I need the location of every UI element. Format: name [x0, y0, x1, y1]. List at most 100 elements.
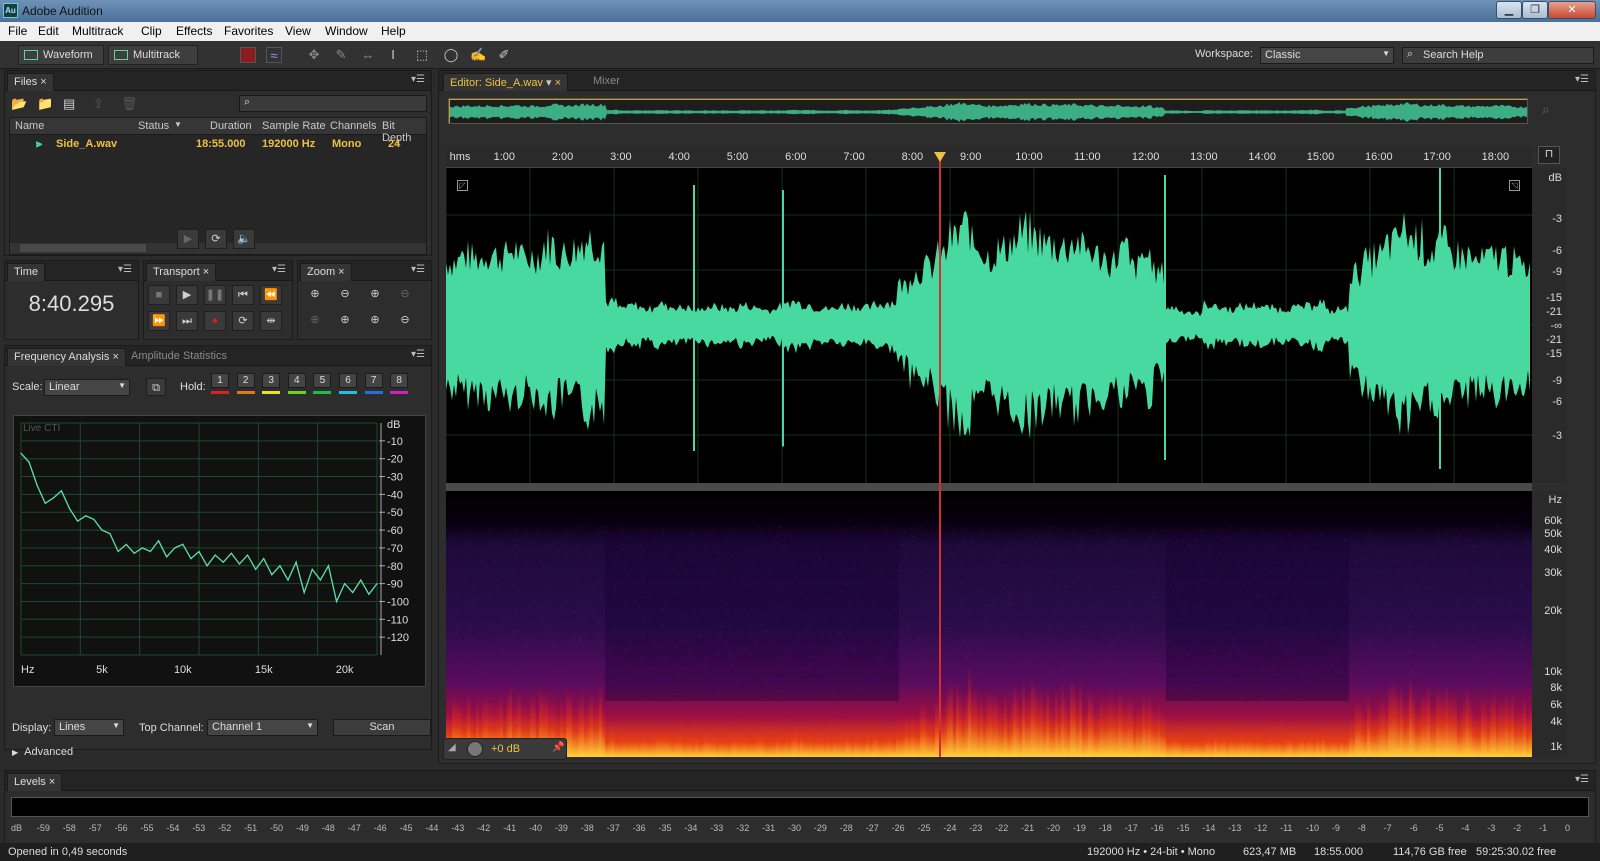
skip-silence-icon[interactable]: ⇹	[260, 311, 282, 331]
tab-files[interactable]: Files ×	[7, 73, 54, 91]
hold-button-1[interactable]: 1	[211, 373, 229, 388]
files-search-input[interactable]: ⌕	[239, 95, 427, 112]
autoplay-icon[interactable]: 🔈	[233, 229, 255, 249]
rewind-icon[interactable]: ⏪	[260, 285, 282, 305]
fade-out-handle-icon[interactable]: ◹	[1509, 180, 1520, 191]
table-row[interactable]: ⫸ Side_A.wav 18:55.000 192000 Hz Mono 24	[10, 135, 426, 154]
zoom-out-time-icon[interactable]: ⊖	[394, 285, 416, 305]
tab-amplitude-statistics[interactable]: Amplitude Statistics	[125, 348, 233, 366]
panel-menu-icon[interactable]: ▾☰	[272, 264, 286, 275]
zoom-selection-icon[interactable]: ⊕	[304, 311, 326, 331]
menu-effects[interactable]: Effects	[176, 24, 212, 38]
previous-icon[interactable]: ⏮	[232, 285, 254, 305]
search-help-field[interactable]: ⌕ Search Help	[1402, 47, 1594, 64]
hold-button-7[interactable]: 7	[364, 373, 383, 388]
tab-frequency-analysis[interactable]: Frequency Analysis ×	[7, 348, 126, 366]
scrollbar-thumb[interactable]	[20, 244, 146, 252]
zoom-in-right-icon[interactable]: ⊕	[364, 311, 386, 331]
tab-mixer[interactable]: Mixer	[587, 73, 626, 91]
loop-icon[interactable]: ⟳	[232, 311, 254, 331]
menu-multitrack[interactable]: Multitrack	[72, 24, 123, 38]
col-duration[interactable]: Duration	[210, 120, 252, 132]
time-ruler[interactable]: hms 1:00 2:00 3:00 4:00 5:00 6:00 7:00 8:00 9:00 1…	[446, 146, 1560, 168]
hold-button-8[interactable]: 8	[390, 373, 409, 388]
zoom-in-left-icon[interactable]: ⊕	[334, 311, 356, 331]
new-file-icon[interactable]: ▤	[63, 96, 75, 112]
tab-zoom[interactable]: Zoom ×	[300, 263, 352, 281]
menu-help[interactable]: Help	[381, 24, 406, 38]
spectral-divider[interactable]	[446, 483, 1532, 491]
play-icon[interactable]: ▶	[176, 285, 198, 305]
panel-menu-icon[interactable]: ▾☰	[411, 74, 425, 85]
col-status[interactable]: Status	[138, 120, 169, 132]
snap-icon[interactable]: ⊓	[1538, 146, 1560, 164]
hold-button-4[interactable]: 4	[287, 373, 306, 388]
menu-view[interactable]: View	[285, 24, 311, 38]
open-file-icon[interactable]: 📂	[11, 96, 27, 112]
maximize-button[interactable]: ❐	[1522, 1, 1548, 19]
panel-menu-icon[interactable]: ▾☰	[411, 264, 425, 275]
spot-healing-brush-icon[interactable]: ✐	[496, 47, 512, 63]
move-tool-icon[interactable]: ✥	[306, 47, 322, 63]
record-icon[interactable]: ●	[204, 311, 226, 331]
waveform-view-button[interactable]: Waveform	[18, 45, 104, 65]
col-channels[interactable]: Channels	[330, 120, 376, 132]
spectral-pitch-display-icon[interactable]: ≈	[266, 47, 282, 63]
zoom-in-amplitude-icon[interactable]: ⊕	[304, 285, 326, 305]
fast-forward-icon[interactable]: ⏩	[148, 311, 170, 331]
tab-levels[interactable]: Levels ×	[7, 773, 63, 791]
lock-icon[interactable]: ⧉	[146, 378, 166, 396]
stop-icon[interactable]: ■	[148, 285, 170, 305]
gain-knob-icon[interactable]	[467, 741, 483, 757]
top-channel-select[interactable]: Channel 1 ▼	[207, 719, 318, 736]
panel-menu-icon[interactable]: ▾☰	[1575, 74, 1589, 85]
paintbrush-selection-icon[interactable]: ✍	[470, 47, 486, 63]
hold-button-6[interactable]: 6	[339, 373, 357, 388]
pause-icon[interactable]: ❚❚	[204, 285, 226, 305]
multitrack-view-button[interactable]: Multitrack	[108, 45, 198, 65]
time-selection-tool-icon[interactable]: I	[385, 47, 401, 63]
pin-icon[interactable]: 📌	[552, 742, 564, 753]
advanced-toggle[interactable]: ▶ Advanced	[12, 746, 73, 758]
tab-time[interactable]: Time	[7, 263, 46, 281]
zoom-out-full-icon[interactable]: ⊖	[394, 311, 416, 331]
panel-menu-icon[interactable]: ▾☰	[411, 349, 425, 360]
menu-window[interactable]: Window	[325, 24, 368, 38]
hold-button-2[interactable]: 2	[236, 373, 255, 388]
spectral-frequency-display[interactable]	[446, 491, 1532, 757]
fade-in-handle-icon[interactable]: ◸	[457, 180, 468, 191]
panel-menu-icon[interactable]: ▾☰	[118, 264, 132, 275]
minimize-button[interactable]: ▁	[1496, 1, 1522, 19]
marquee-selection-icon[interactable]: ⬚	[414, 47, 430, 63]
close-button[interactable]: ✕	[1548, 1, 1596, 19]
next-icon[interactable]: ⏭	[176, 311, 198, 331]
import-file-icon[interactable]: 📁	[37, 96, 53, 112]
panel-menu-icon[interactable]: ▾☰	[1575, 774, 1589, 785]
menu-edit[interactable]: Edit	[38, 24, 59, 38]
scan-button[interactable]: Scan	[333, 719, 431, 736]
spectral-frequency-display-icon[interactable]	[240, 47, 256, 63]
menu-favorites[interactable]: Favorites	[224, 24, 273, 38]
overview-navigator[interactable]	[448, 98, 1528, 124]
loop-icon[interactable]: ⟳	[205, 229, 227, 249]
menu-clip[interactable]: Clip	[141, 24, 162, 38]
menu-file[interactable]: File	[8, 24, 27, 38]
zoom-navigator-icon[interactable]: ⌕	[1542, 101, 1550, 118]
hold-button-3[interactable]: 3	[262, 373, 281, 388]
waveform-display[interactable]	[446, 168, 1532, 483]
scale-select[interactable]: Linear ▼	[44, 379, 130, 396]
zoom-out-amplitude-icon[interactable]: ⊖	[334, 285, 356, 305]
col-name[interactable]: Name	[15, 120, 44, 132]
workspace-select[interactable]: Classic ▼	[1260, 47, 1394, 64]
lasso-selection-icon[interactable]: ◯	[443, 47, 459, 63]
tab-editor[interactable]: Editor: Side_A.wav ▾ ×	[443, 73, 569, 91]
display-select[interactable]: Lines ▼	[54, 719, 124, 736]
play-icon[interactable]: ▶	[177, 229, 199, 249]
slip-tool-icon[interactable]: ↔	[360, 47, 376, 63]
hold-button-5[interactable]: 5	[313, 373, 332, 388]
playhead[interactable]	[939, 152, 941, 757]
tab-transport[interactable]: Transport ×	[146, 263, 217, 281]
razor-tool-icon[interactable]: ✎	[333, 47, 349, 63]
zoom-in-time-icon[interactable]: ⊕	[364, 285, 386, 305]
col-sample-rate[interactable]: Sample Rate	[262, 120, 326, 132]
